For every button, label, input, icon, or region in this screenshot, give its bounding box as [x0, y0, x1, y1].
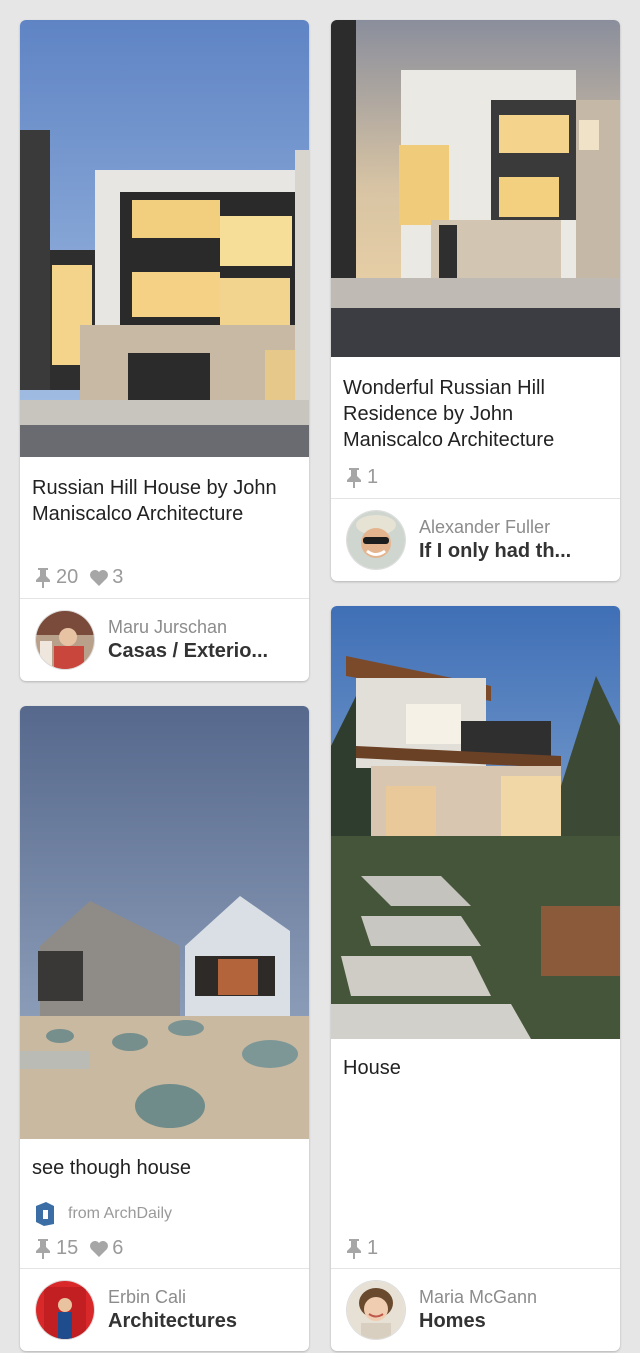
- pin-card[interactable]: Wonderful Russian Hill Residence by John…: [331, 20, 620, 581]
- repin-count-value: 20: [56, 565, 79, 588]
- pin-source[interactable]: from ArchDaily: [36, 1202, 172, 1226]
- repin-count-value: 15: [56, 1236, 79, 1259]
- board-name[interactable]: Casas / Exterio...: [108, 640, 298, 663]
- repin-count-value: 1: [367, 465, 379, 488]
- archdaily-icon: [36, 1202, 54, 1226]
- pin-title[interactable]: see though house: [32, 1155, 299, 1181]
- avatar[interactable]: [36, 1281, 94, 1339]
- repin-count[interactable]: 20: [32, 566, 78, 589]
- repin-count[interactable]: 1: [343, 466, 378, 489]
- pinner-row[interactable]: Maria McGann Homes: [331, 1269, 620, 1351]
- board-name[interactable]: Homes: [419, 1310, 609, 1333]
- pin-stats: 15 6: [32, 1236, 133, 1260]
- repin-count[interactable]: 15: [32, 1237, 78, 1260]
- pin-image[interactable]: [20, 706, 309, 1139]
- avatar[interactable]: [347, 511, 405, 569]
- pin-stats: 1: [343, 465, 388, 489]
- pinner-row[interactable]: Maru Jurschan Casas / Exterio...: [20, 599, 309, 681]
- pinner-name[interactable]: Alexander Fuller: [419, 517, 550, 538]
- source-label: from ArchDaily: [68, 1205, 173, 1222]
- pinner-name[interactable]: Erbin Cali: [108, 1287, 186, 1308]
- pin-stats: 20 3: [32, 565, 133, 589]
- pushpin-icon: [36, 568, 50, 588]
- heart-icon: [90, 1241, 109, 1257]
- pin-image[interactable]: [331, 606, 620, 1039]
- like-count[interactable]: 6: [88, 1237, 123, 1260]
- avatar[interactable]: [36, 611, 94, 669]
- pushpin-icon: [347, 1239, 361, 1259]
- pinner-name[interactable]: Maru Jurschan: [108, 617, 227, 638]
- pin-image[interactable]: [20, 20, 309, 457]
- pin-card[interactable]: Russian Hill House by John Maniscalco Ar…: [20, 20, 309, 681]
- pin-card[interactable]: see though house from ArchDaily 15 6 Erb…: [20, 706, 309, 1351]
- pin-title[interactable]: House: [343, 1055, 610, 1081]
- board-name[interactable]: If I only had th...: [419, 540, 609, 563]
- like-count[interactable]: 3: [88, 566, 123, 589]
- pinner-name[interactable]: Maria McGann: [419, 1287, 537, 1308]
- pin-stats: 1: [343, 1236, 388, 1260]
- like-count-value: 3: [112, 565, 124, 588]
- pushpin-icon: [36, 1239, 50, 1259]
- pin-image[interactable]: [331, 20, 620, 357]
- pin-card[interactable]: House 1 Maria McGann Homes: [331, 606, 620, 1351]
- pin-title[interactable]: Wonderful Russian Hill Residence by John…: [343, 375, 610, 453]
- repin-count-value: 1: [367, 1236, 379, 1259]
- pinner-row[interactable]: Alexander Fuller If I only had th...: [331, 499, 620, 581]
- heart-icon: [90, 570, 109, 586]
- avatar[interactable]: [347, 1281, 405, 1339]
- repin-count[interactable]: 1: [343, 1237, 378, 1260]
- board-name[interactable]: Architectures: [108, 1310, 298, 1333]
- pin-title[interactable]: Russian Hill House by John Maniscalco Ar…: [32, 475, 299, 527]
- pushpin-icon: [347, 468, 361, 488]
- like-count-value: 6: [112, 1236, 124, 1259]
- pinner-row[interactable]: Erbin Cali Architectures: [20, 1269, 309, 1351]
